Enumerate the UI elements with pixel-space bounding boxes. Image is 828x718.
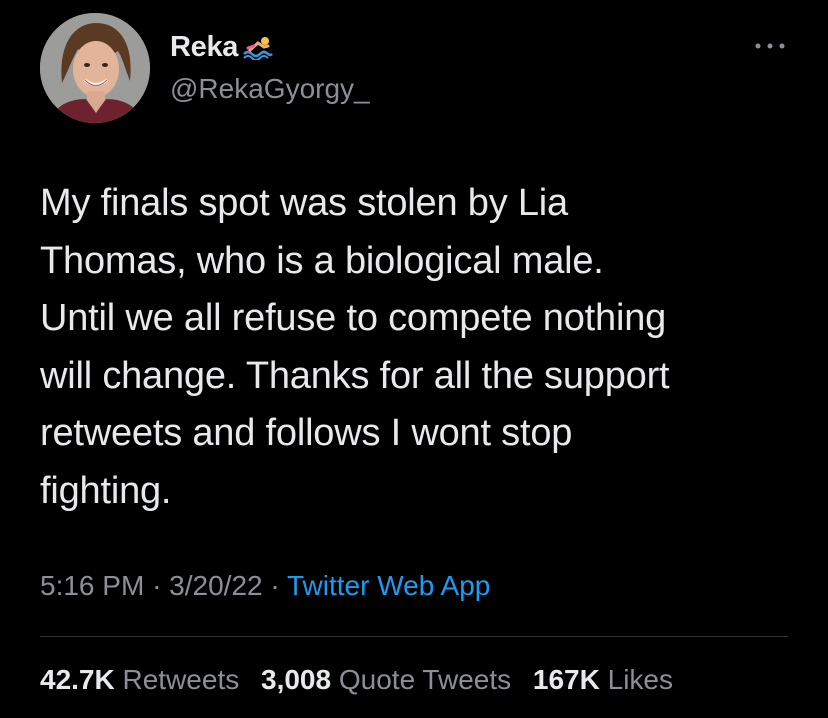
engagement-stats: 42.7K Retweets 3,008 Quote Tweets 167K L… (40, 664, 673, 696)
tweet-meta: 5:16 PM · 3/20/22 · Twitter Web App (40, 570, 490, 602)
tweet-time[interactable]: 5:16 PM (40, 570, 144, 601)
tweet-text-line: Until we all refuse to compete nothing (40, 297, 667, 339)
tweet-text-line: Thomas, who is a biological male. (40, 239, 604, 282)
likes-label: Likes (607, 664, 673, 695)
author-handle[interactable]: @RekaGyorgy_ (170, 73, 370, 105)
tweet-text-line: fighting. (40, 469, 172, 512)
quote-tweets-count: 3,008 (261, 664, 332, 695)
tweet-text: My finals spot was stolen by Lia Thomas,… (40, 175, 800, 520)
swimmer-emoji-icon (243, 37, 274, 60)
quote-tweets-stat[interactable]: 3,008 Quote Tweets (261, 664, 511, 695)
tweet-text-line: retweets and follows I wont stop (40, 412, 573, 454)
retweets-label: Retweets (122, 664, 240, 695)
quote-tweets-label: Quote Tweets (338, 664, 512, 695)
meta-separator: · (152, 570, 162, 601)
tweet-date[interactable]: 3/20/22 (169, 570, 262, 601)
more-options-icon[interactable] (752, 38, 788, 54)
tweet-card: Reka @RekaGyorgy_ My finals spot was sto… (0, 0, 828, 718)
divider (40, 636, 788, 637)
likes-stat[interactable]: 167K Likes (533, 664, 673, 695)
avatar-photo (40, 13, 150, 123)
avatar[interactable] (40, 13, 150, 123)
author-name-row[interactable]: Reka (170, 30, 274, 64)
likes-count: 167K (532, 664, 600, 695)
meta-separator: · (270, 570, 280, 601)
retweets-count: 42.7K (40, 664, 115, 695)
tweet-source-link[interactable]: Twitter Web App (287, 570, 490, 601)
tweet-text-line: My finals spot was stolen by Lia (40, 182, 568, 224)
tweet-text-line: will change. Thanks for all the support (40, 354, 670, 397)
display-name[interactable]: Reka (170, 31, 238, 64)
retweets-stat[interactable]: 42.7K Retweets (40, 664, 239, 695)
